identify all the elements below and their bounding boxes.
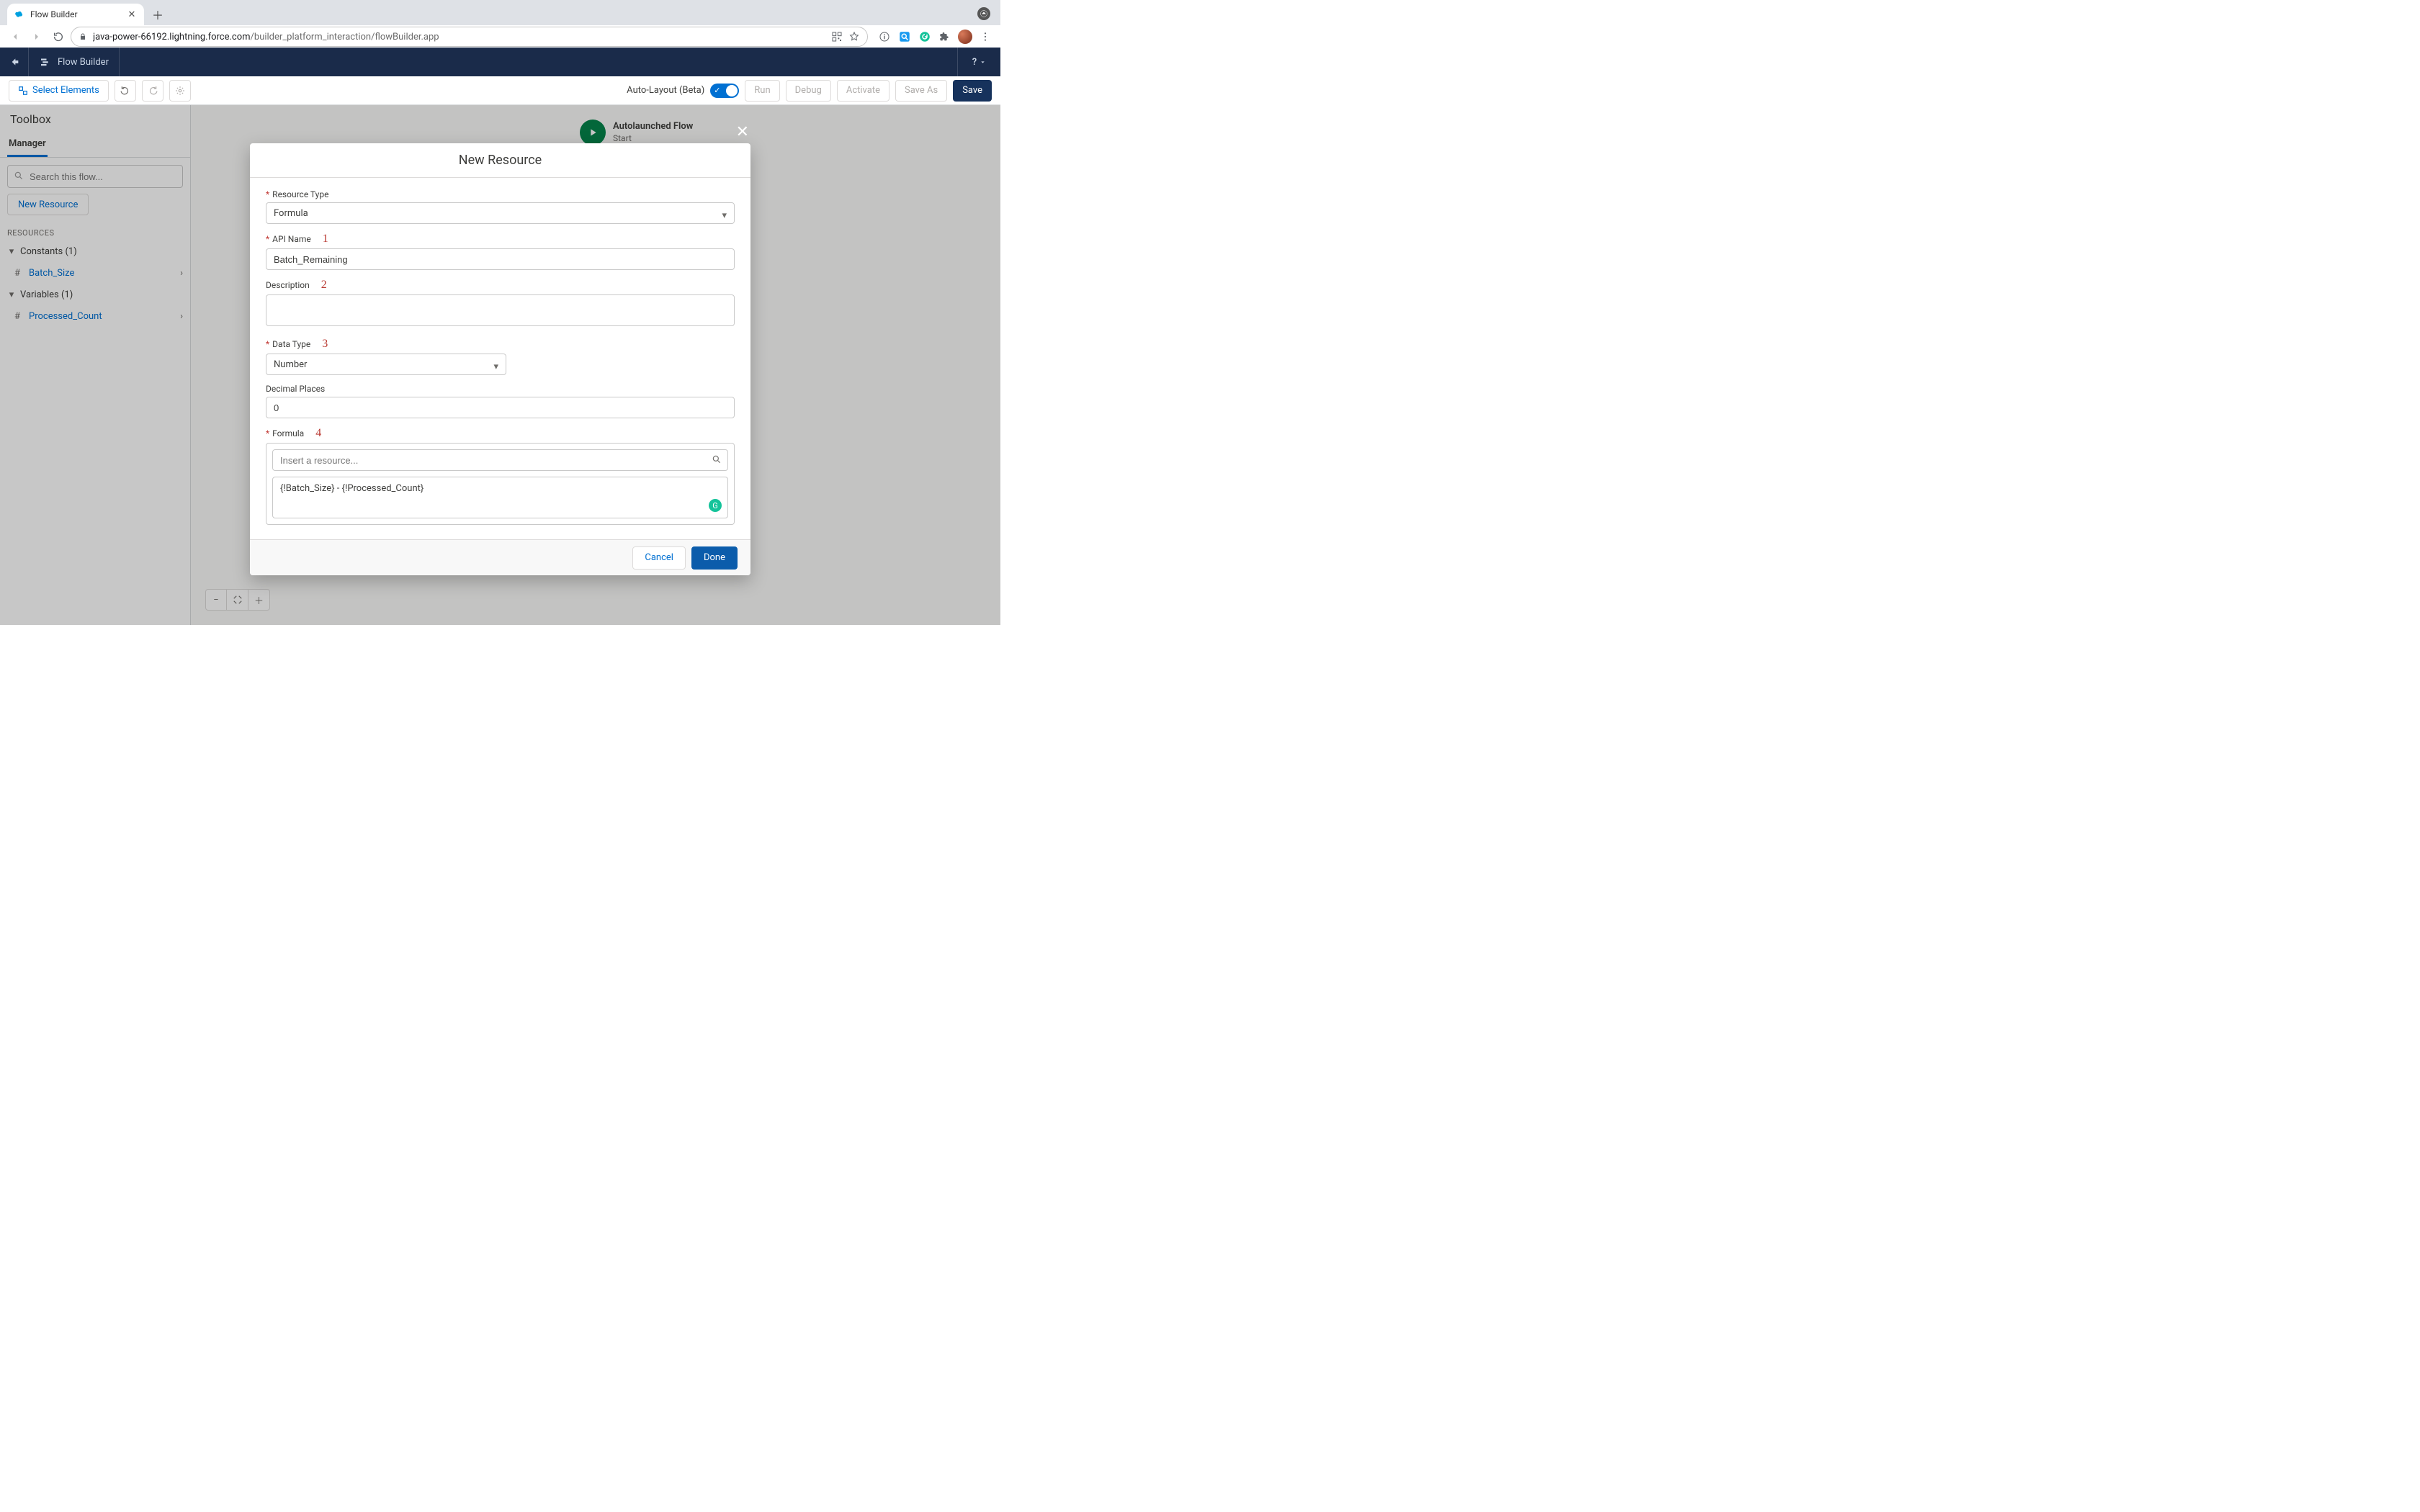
- description-textarea[interactable]: [266, 294, 735, 326]
- resource-type-label-text: Resource Type: [272, 189, 328, 199]
- star-icon[interactable]: [848, 31, 860, 42]
- activate-button[interactable]: Activate: [837, 80, 889, 102]
- browser-menu-button[interactable]: [976, 27, 995, 46]
- url-host: java-power-66192.lightning.force.com: [93, 32, 251, 42]
- url-path: /builder_platform_interaction/flowBuilde…: [251, 32, 439, 42]
- new-tab-button[interactable]: ＋: [148, 5, 167, 24]
- save-as-button[interactable]: Save As: [895, 80, 947, 102]
- lock-icon: [79, 32, 87, 41]
- debug-button[interactable]: Debug: [786, 80, 831, 102]
- url-text: java-power-66192.lightning.force.com/bui…: [93, 32, 825, 42]
- formula-editor: {!Batch_Size} - {!Processed_Count} G: [266, 443, 735, 525]
- extension-blue-icon[interactable]: [895, 27, 914, 46]
- header-back-button[interactable]: [0, 48, 29, 76]
- flow-builder-icon: [39, 55, 52, 68]
- check-icon: ✓: [714, 86, 720, 95]
- annotation-2: 2: [321, 279, 327, 292]
- modal-footer: Cancel Done: [250, 539, 750, 575]
- done-button[interactable]: Done: [691, 546, 738, 570]
- header-title-text: Flow Builder: [58, 57, 109, 68]
- browser-reload-button[interactable]: [49, 27, 68, 46]
- resource-type-select[interactable]: Formula ▾: [266, 202, 735, 224]
- data-type-select[interactable]: Number ▾: [266, 354, 506, 375]
- extensions-puzzle-icon[interactable]: [936, 27, 954, 46]
- select-elements-label: Select Elements: [32, 85, 99, 96]
- tab-title: Flow Builder: [30, 9, 121, 19]
- window-account-icon[interactable]: [977, 7, 990, 20]
- api-name-label-text: API Name: [272, 234, 311, 244]
- address-bar[interactable]: java-power-66192.lightning.force.com/bui…: [71, 27, 868, 47]
- modal-title: New Resource: [250, 143, 750, 178]
- browser-forward-button[interactable]: [27, 27, 46, 46]
- annotation-4: 4: [315, 427, 321, 440]
- formula-textarea[interactable]: {!Batch_Size} - {!Processed_Count} G: [272, 477, 728, 518]
- data-type-value: Number: [274, 359, 307, 370]
- site-info-icon[interactable]: [875, 27, 894, 46]
- redo-button[interactable]: [142, 80, 163, 102]
- api-name-label: *API Name 1: [266, 233, 735, 246]
- undo-button[interactable]: [115, 80, 136, 102]
- profile-avatar[interactable]: [956, 27, 974, 46]
- tab-close-button[interactable]: ✕: [127, 9, 137, 19]
- description-label: Description 2: [266, 279, 735, 292]
- grammarly-extension-icon[interactable]: [915, 27, 934, 46]
- save-button[interactable]: Save: [953, 80, 992, 102]
- run-button[interactable]: Run: [745, 80, 779, 102]
- decimal-places-input[interactable]: [266, 397, 735, 418]
- select-elements-icon: [18, 86, 28, 96]
- api-name-input[interactable]: [266, 248, 735, 270]
- chevron-down-icon: ▾: [493, 361, 498, 372]
- auto-layout-label: Auto-Layout (Beta): [627, 85, 704, 96]
- toolbar-settings-button[interactable]: [169, 80, 191, 102]
- select-elements-button[interactable]: Select Elements: [9, 80, 109, 102]
- resource-type-value: Formula: [274, 208, 308, 219]
- toggle-switch[interactable]: ✓: [710, 84, 739, 98]
- annotation-3: 3: [322, 338, 328, 351]
- extension-icons: [871, 27, 995, 46]
- formula-resource-search-input[interactable]: [272, 449, 728, 471]
- save-as-label: Save As: [905, 85, 938, 96]
- help-menu[interactable]: ?: [957, 48, 1000, 76]
- resource-type-label: *Resource Type: [266, 189, 735, 199]
- data-type-label-text: Data Type: [272, 339, 310, 349]
- decimal-places-label: Decimal Places: [266, 384, 735, 394]
- address-bar-row: java-power-66192.lightning.force.com/bui…: [0, 25, 1000, 48]
- description-label-text: Description: [266, 280, 310, 290]
- search-icon: [712, 454, 722, 464]
- help-icon: ?: [972, 57, 977, 68]
- browser-chrome: Flow Builder ✕ ＋ java-power-66192.lightn…: [0, 0, 1000, 48]
- browser-tab[interactable]: Flow Builder ✕: [7, 4, 144, 25]
- new-resource-modal: ✕ New Resource *Resource Type Formula ▾ …: [250, 143, 750, 575]
- salesforce-cloud-icon: [14, 9, 24, 19]
- tab-strip: Flow Builder ✕ ＋: [0, 0, 1000, 25]
- header-title: Flow Builder: [29, 48, 120, 76]
- formula-value: {!Batch_Size} - {!Processed_Count}: [280, 483, 424, 494]
- app-header: Flow Builder ?: [0, 48, 1000, 76]
- save-label: Save: [962, 85, 982, 96]
- annotation-1: 1: [323, 233, 328, 246]
- formula-label-text: Formula: [272, 428, 304, 438]
- cancel-label: Cancel: [645, 552, 673, 563]
- done-label: Done: [704, 552, 725, 563]
- run-label: Run: [754, 85, 770, 96]
- auto-layout-toggle[interactable]: Auto-Layout (Beta) ✓: [627, 84, 739, 98]
- cancel-button[interactable]: Cancel: [632, 546, 686, 570]
- data-type-label: *Data Type 3: [266, 338, 735, 351]
- grammarly-badge-icon[interactable]: G: [709, 499, 722, 512]
- modal-close-button[interactable]: ✕: [736, 123, 749, 141]
- decimal-label-text: Decimal Places: [266, 384, 325, 394]
- browser-back-button[interactable]: [6, 27, 24, 46]
- chevron-down-icon: [980, 59, 986, 66]
- debug-label: Debug: [795, 85, 822, 96]
- formula-resource-search: [272, 449, 728, 471]
- formula-label: *Formula 4: [266, 427, 735, 440]
- chevron-down-icon: ▾: [722, 210, 727, 221]
- qr-icon[interactable]: [831, 31, 843, 42]
- activate-label: Activate: [846, 85, 880, 96]
- builder-toolbar: Select Elements Auto-Layout (Beta) ✓ Run…: [0, 76, 1000, 105]
